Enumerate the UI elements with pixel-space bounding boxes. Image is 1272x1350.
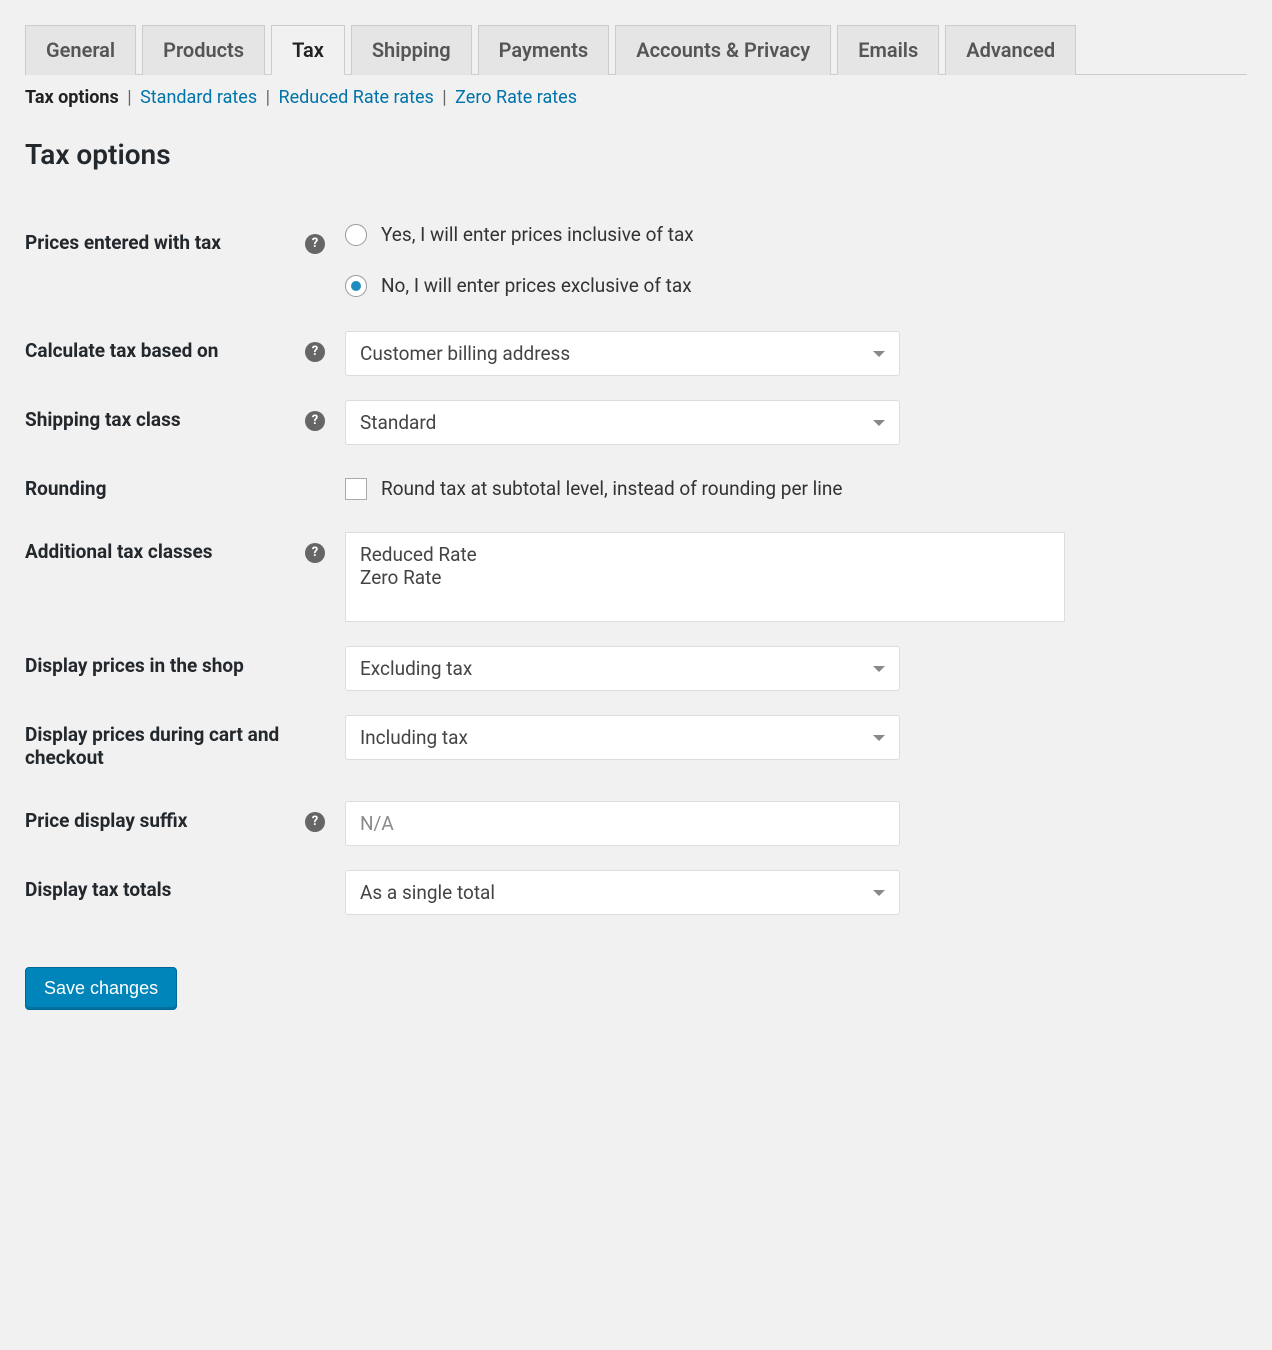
radio-button-icon	[345, 224, 367, 246]
chevron-down-icon	[873, 735, 885, 741]
radio-label: Yes, I will enter prices inclusive of ta…	[381, 223, 694, 246]
chevron-down-icon	[873, 666, 885, 672]
subsub-standard-rates[interactable]: Standard rates	[140, 87, 257, 108]
label-shipping-tax-class: Shipping tax class	[25, 388, 305, 457]
chevron-down-icon	[873, 420, 885, 426]
input-price-suffix[interactable]: N/A	[345, 801, 900, 846]
help-icon[interactable]: ?	[305, 812, 325, 832]
select-value: Customer billing address	[360, 342, 570, 365]
save-changes-button[interactable]: Save changes	[25, 967, 177, 1010]
checkbox-icon	[345, 478, 367, 500]
subsub-zero-rates[interactable]: Zero Rate rates	[455, 87, 577, 108]
textarea-additional-classes[interactable]: Reduced Rate Zero Rate	[345, 532, 1065, 622]
tab-tax[interactable]: Tax	[271, 25, 345, 75]
help-icon[interactable]: ?	[305, 342, 325, 362]
subsub-tax-options[interactable]: Tax options	[25, 87, 119, 108]
radio-button-icon	[345, 275, 367, 297]
select-shipping-tax-class[interactable]: Standard	[345, 400, 900, 445]
radio-prices-yes[interactable]: Yes, I will enter prices inclusive of ta…	[345, 223, 1247, 246]
radio-prices-no[interactable]: No, I will enter prices exclusive of tax	[345, 274, 1247, 297]
checkbox-rounding[interactable]: Round tax at subtotal level, instead of …	[345, 469, 1247, 500]
select-display-shop[interactable]: Excluding tax	[345, 646, 900, 691]
settings-tabs: General Products Tax Shipping Payments A…	[25, 25, 1247, 75]
radio-label: No, I will enter prices exclusive of tax	[381, 274, 692, 297]
label-display-cart: Display prices during cart and checkout	[25, 703, 305, 789]
checkbox-label: Round tax at subtotal level, instead of …	[381, 477, 843, 500]
select-value: As a single total	[360, 881, 495, 904]
select-value: Excluding tax	[360, 657, 472, 680]
chevron-down-icon	[873, 351, 885, 357]
tab-general[interactable]: General	[25, 25, 136, 75]
subsub-reduced-rates[interactable]: Reduced Rate rates	[278, 87, 433, 108]
select-value: Including tax	[360, 726, 468, 749]
tab-payments[interactable]: Payments	[478, 25, 610, 75]
tab-products[interactable]: Products	[142, 25, 265, 75]
tab-shipping[interactable]: Shipping	[351, 25, 472, 75]
sub-sections: Tax options | Standard rates | Reduced R…	[25, 87, 1247, 108]
tab-emails[interactable]: Emails	[837, 25, 939, 75]
help-icon[interactable]: ?	[305, 543, 325, 563]
label-rounding: Rounding	[25, 457, 305, 520]
section-title: Tax options	[25, 138, 1247, 171]
tab-advanced[interactable]: Advanced	[945, 25, 1076, 75]
help-icon[interactable]: ?	[305, 411, 325, 431]
label-prices-with-tax: Prices entered with tax	[25, 211, 305, 319]
separator: |	[442, 87, 446, 108]
select-display-cart[interactable]: Including tax	[345, 715, 900, 760]
separator: |	[127, 87, 131, 108]
select-value: Standard	[360, 411, 436, 434]
help-icon[interactable]: ?	[305, 234, 325, 254]
label-display-shop: Display prices in the shop	[25, 634, 305, 703]
label-price-suffix: Price display suffix	[25, 789, 305, 858]
tab-accounts[interactable]: Accounts & Privacy	[615, 25, 831, 75]
chevron-down-icon	[873, 890, 885, 896]
select-calc-based-on[interactable]: Customer billing address	[345, 331, 900, 376]
select-display-totals[interactable]: As a single total	[345, 870, 900, 915]
label-display-totals: Display tax totals	[25, 858, 305, 927]
label-calc-based-on: Calculate tax based on	[25, 319, 305, 388]
label-additional-classes: Additional tax classes	[25, 520, 305, 634]
separator: |	[266, 87, 270, 108]
